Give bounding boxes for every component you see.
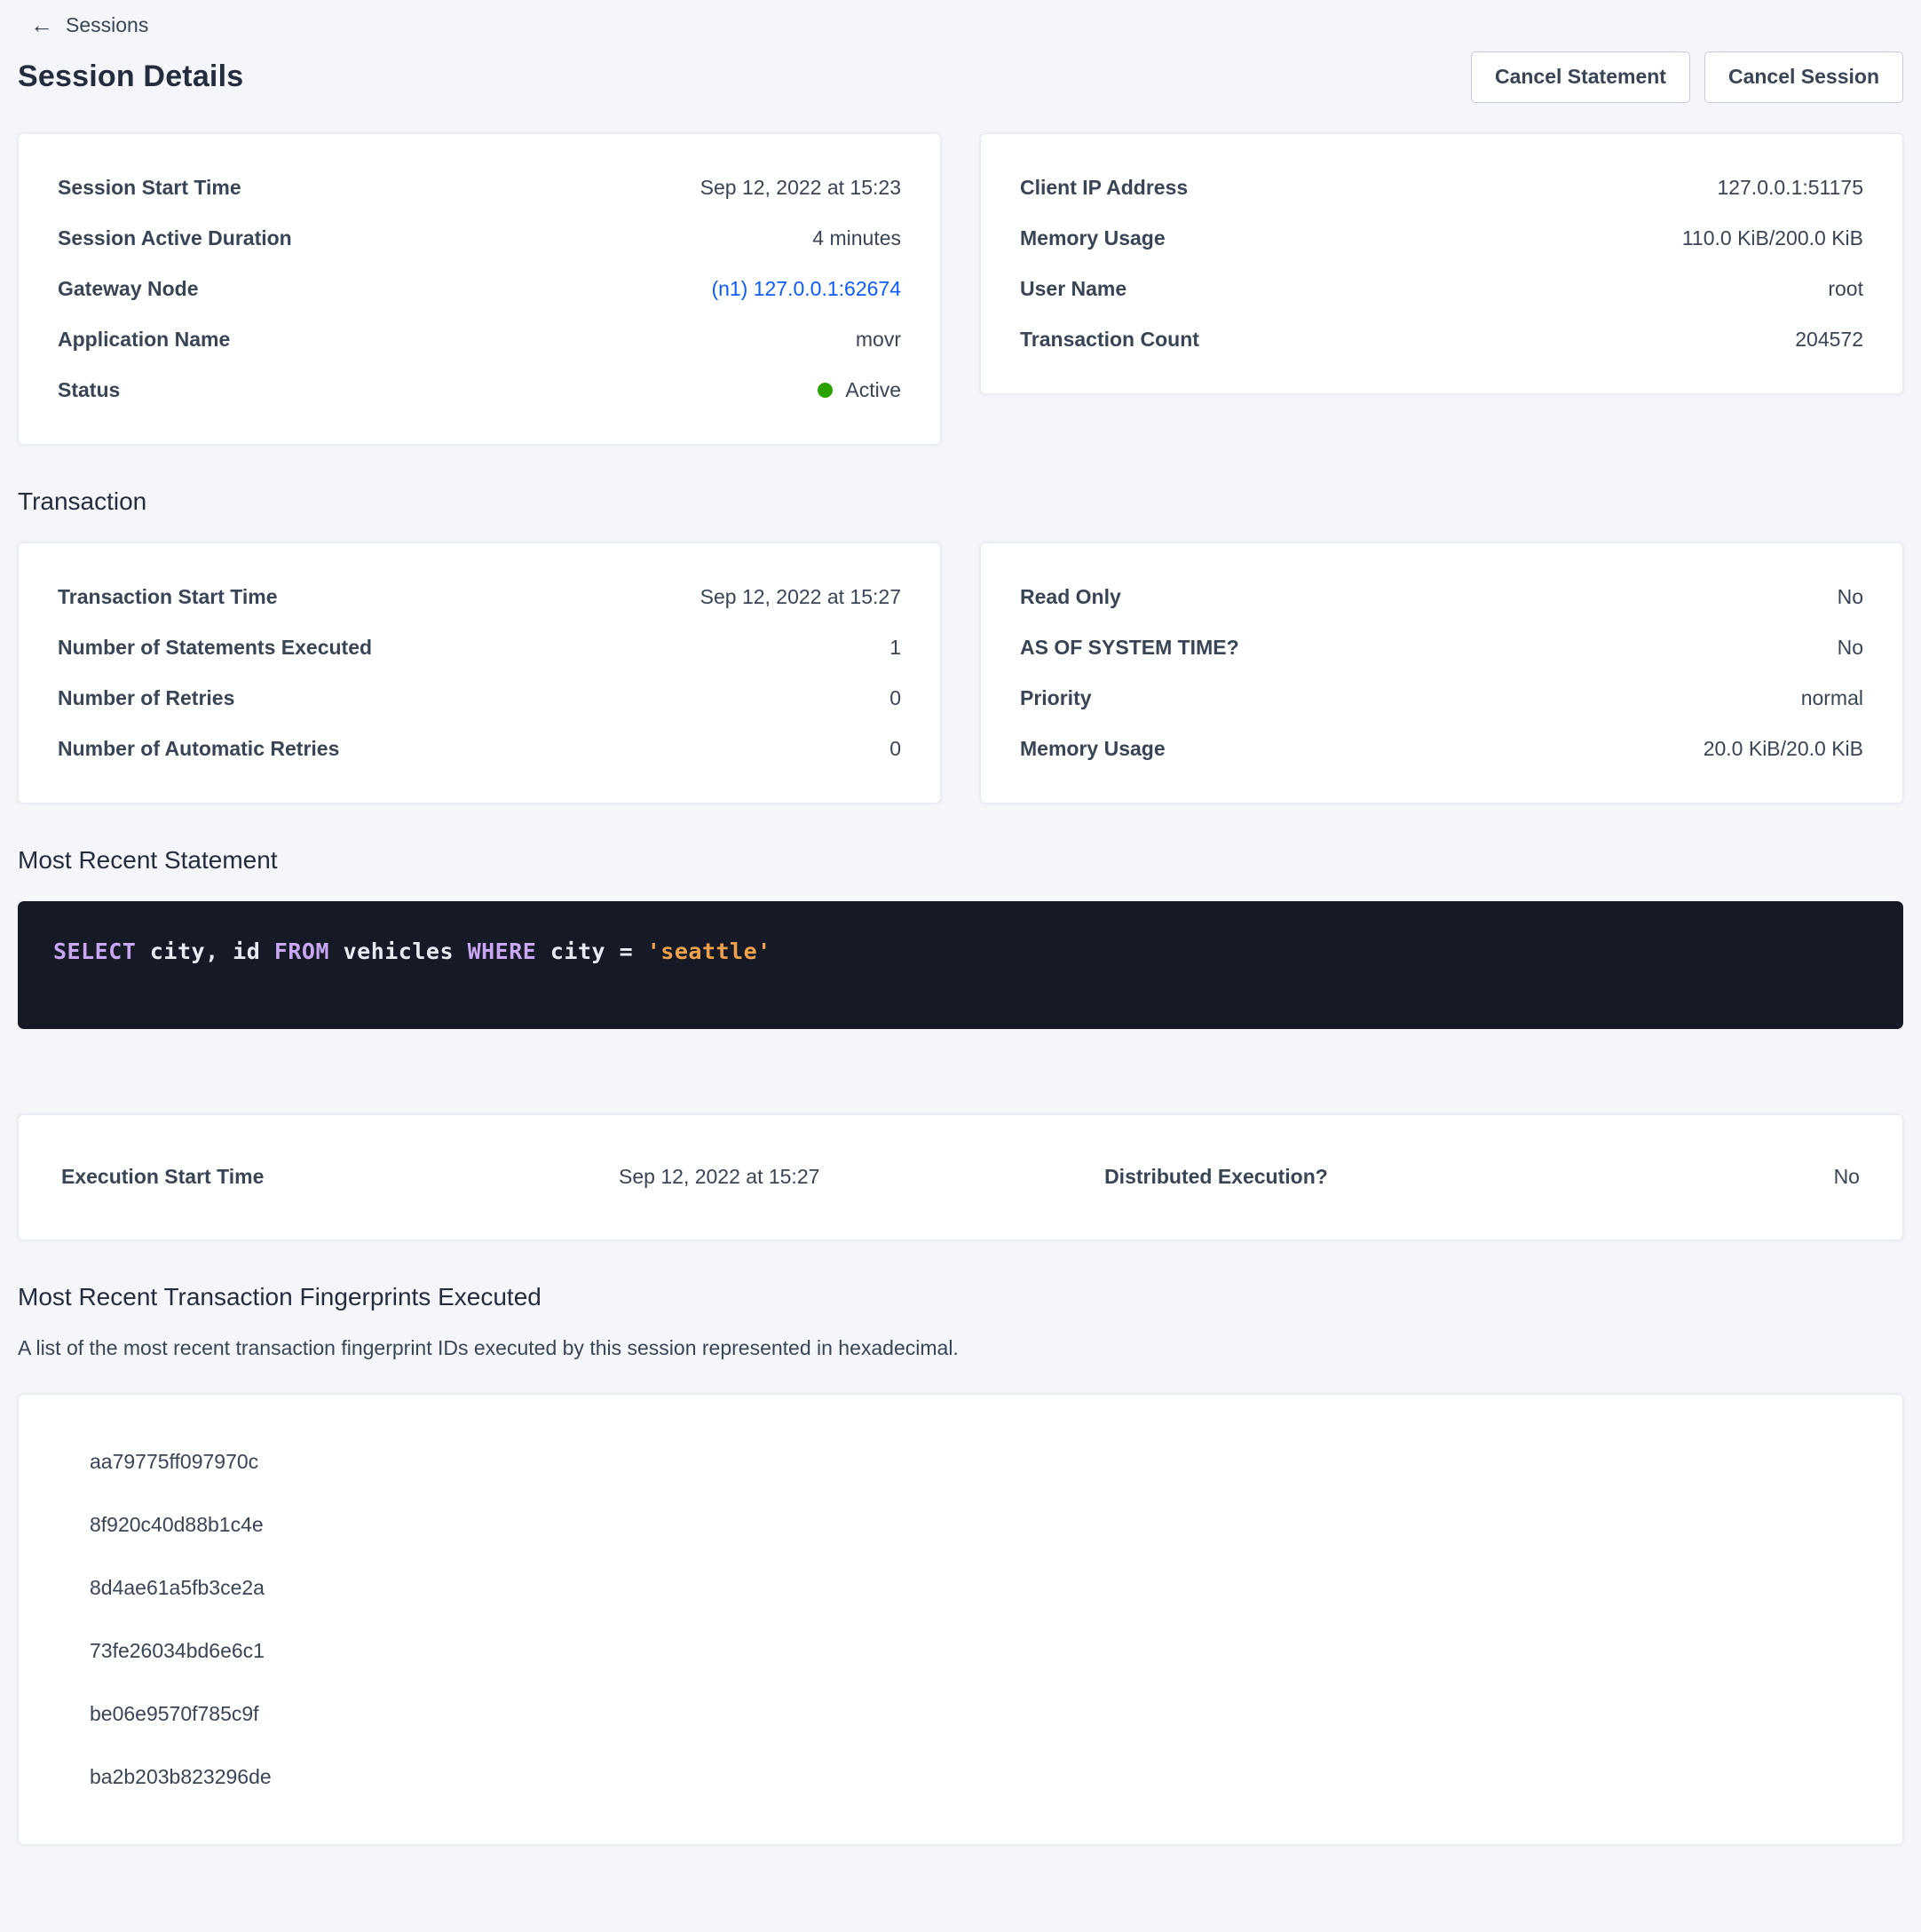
statement-section-heading: Most Recent Statement <box>18 846 1903 875</box>
priority-row: Priority normal <box>1020 673 1863 724</box>
sql-keyword-from: FROM <box>274 938 329 964</box>
status-value: Active <box>845 378 901 402</box>
sql-string-literal: 'seattle' <box>647 938 771 964</box>
automatic-retries-row: Number of Automatic Retries 0 <box>58 724 901 774</box>
transaction-start-time-label: Transaction Start Time <box>58 585 278 609</box>
fingerprint-item: 8d4ae61a5fb3ce2a <box>19 1556 1902 1619</box>
cancel-session-button[interactable]: Cancel Session <box>1704 51 1903 103</box>
session-memory-usage-value: 110.0 KiB/200.0 KiB <box>1682 226 1863 250</box>
session-memory-usage-label: Memory Usage <box>1020 226 1166 250</box>
session-summary-row: Session Start Time Sep 12, 2022 at 15:23… <box>18 133 1903 445</box>
session-summary-card-right: Client IP Address 127.0.0.1:51175 Memory… <box>980 133 1903 394</box>
fingerprints-description: A list of the most recent transaction fi… <box>18 1336 1903 1360</box>
transaction-count-row: Transaction Count 204572 <box>1020 314 1863 365</box>
fingerprint-item: 73fe26034bd6e6c1 <box>19 1619 1902 1683</box>
session-active-duration-value: 4 minutes <box>812 226 901 250</box>
user-name-row: User Name root <box>1020 264 1863 314</box>
distributed-execution-label: Distributed Execution? <box>1104 1165 1626 1189</box>
sql-statement: SELECT city, id FROM vehicles WHERE city… <box>53 938 771 964</box>
application-name-value: movr <box>856 328 901 352</box>
user-name-label: User Name <box>1020 277 1127 301</box>
sql-statement-box: SELECT city, id FROM vehicles WHERE city… <box>18 901 1903 1029</box>
as-of-system-time-row: AS OF SYSTEM TIME? No <box>1020 622 1863 673</box>
fingerprint-item: ba2b203b823296de <box>19 1746 1902 1809</box>
user-name-value: root <box>1828 277 1863 301</box>
priority-value: normal <box>1801 686 1863 710</box>
fingerprint-item: aa79775ff097970c <box>19 1430 1902 1493</box>
execution-start-time-label: Execution Start Time <box>61 1165 619 1189</box>
status-row: Status Active <box>58 365 901 416</box>
transaction-start-time-value: Sep 12, 2022 at 15:27 <box>700 585 901 609</box>
status-label: Status <box>58 378 120 402</box>
transaction-memory-usage-value: 20.0 KiB/20.0 KiB <box>1704 737 1863 761</box>
automatic-retries-value: 0 <box>889 737 901 761</box>
session-start-time-label: Session Start Time <box>58 176 241 200</box>
session-start-time-value: Sep 12, 2022 at 15:23 <box>700 176 901 200</box>
transaction-cards-row: Transaction Start Time Sep 12, 2022 at 1… <box>18 542 1903 804</box>
sql-table: vehicles <box>329 938 468 964</box>
execution-start-time-value: Sep 12, 2022 at 15:27 <box>619 1165 1104 1189</box>
fingerprint-item: 8f920c40d88b1c4e <box>19 1493 1902 1556</box>
transaction-card-left: Transaction Start Time Sep 12, 2022 at 1… <box>18 542 941 804</box>
back-link-sessions[interactable]: Sessions <box>66 13 148 37</box>
retries-value: 0 <box>889 686 901 710</box>
application-name-row: Application Name movr <box>58 314 901 365</box>
title-row: Session Details Cancel Statement Cancel … <box>18 43 1903 103</box>
gateway-node-row: Gateway Node (n1) 127.0.0.1:62674 <box>58 264 901 314</box>
status-badge: Active <box>818 378 901 402</box>
priority-label: Priority <box>1020 686 1092 710</box>
transaction-memory-usage-label: Memory Usage <box>1020 737 1166 761</box>
client-ip-row: Client IP Address 127.0.0.1:51175 <box>1020 162 1863 213</box>
distributed-execution-value: No <box>1626 1165 1860 1189</box>
transaction-count-label: Transaction Count <box>1020 328 1199 352</box>
session-active-duration-row: Session Active Duration 4 minutes <box>58 213 901 264</box>
statements-executed-row: Number of Statements Executed 1 <box>58 622 901 673</box>
read-only-row: Read Only No <box>1020 572 1863 622</box>
statements-executed-value: 1 <box>889 636 901 660</box>
fingerprint-list: aa79775ff097970c 8f920c40d88b1c4e 8d4ae6… <box>18 1394 1903 1845</box>
fingerprints-section-heading: Most Recent Transaction Fingerprints Exe… <box>18 1283 1903 1311</box>
sql-keyword-select: SELECT <box>53 938 136 964</box>
session-details-page: ← Sessions Session Details Cancel Statem… <box>0 0 1921 1932</box>
automatic-retries-label: Number of Automatic Retries <box>58 737 339 761</box>
transaction-card-right: Read Only No AS OF SYSTEM TIME? No Prior… <box>980 542 1903 804</box>
retries-label: Number of Retries <box>58 686 234 710</box>
execution-card: Execution Start Time Sep 12, 2022 at 15:… <box>18 1114 1903 1240</box>
back-arrow-icon[interactable]: ← <box>30 13 53 36</box>
sql-condition: city = <box>536 938 646 964</box>
session-active-duration-label: Session Active Duration <box>58 226 292 250</box>
client-ip-label: Client IP Address <box>1020 176 1188 200</box>
statements-executed-label: Number of Statements Executed <box>58 636 372 660</box>
session-start-time-row: Session Start Time Sep 12, 2022 at 15:23 <box>58 162 901 213</box>
fingerprint-item: be06e9570f785c9f <box>19 1683 1902 1746</box>
transaction-count-value: 204572 <box>1795 328 1863 352</box>
as-of-system-time-label: AS OF SYSTEM TIME? <box>1020 636 1239 660</box>
retries-row: Number of Retries 0 <box>58 673 901 724</box>
page-title: Session Details <box>18 59 243 94</box>
as-of-system-time-value: No <box>1838 636 1863 660</box>
session-summary-card-left: Session Start Time Sep 12, 2022 at 15:23… <box>18 133 941 445</box>
transaction-start-time-row: Transaction Start Time Sep 12, 2022 at 1… <box>58 572 901 622</box>
action-buttons: Cancel Statement Cancel Session <box>1471 51 1903 103</box>
sql-columns: city, id <box>136 938 274 964</box>
read-only-value: No <box>1838 585 1863 609</box>
status-active-dot-icon <box>818 383 833 398</box>
transaction-section-heading: Transaction <box>18 487 1903 516</box>
cancel-statement-button[interactable]: Cancel Statement <box>1471 51 1690 103</box>
application-name-label: Application Name <box>58 328 230 352</box>
read-only-label: Read Only <box>1020 585 1121 609</box>
gateway-node-link[interactable]: (n1) 127.0.0.1:62674 <box>711 277 901 301</box>
breadcrumb: ← Sessions <box>18 7 1903 43</box>
session-memory-usage-row: Memory Usage 110.0 KiB/200.0 KiB <box>1020 213 1863 264</box>
gateway-node-label: Gateway Node <box>58 277 199 301</box>
sql-keyword-where: WHERE <box>468 938 537 964</box>
client-ip-value: 127.0.0.1:51175 <box>1717 176 1863 200</box>
transaction-memory-usage-row: Memory Usage 20.0 KiB/20.0 KiB <box>1020 724 1863 774</box>
